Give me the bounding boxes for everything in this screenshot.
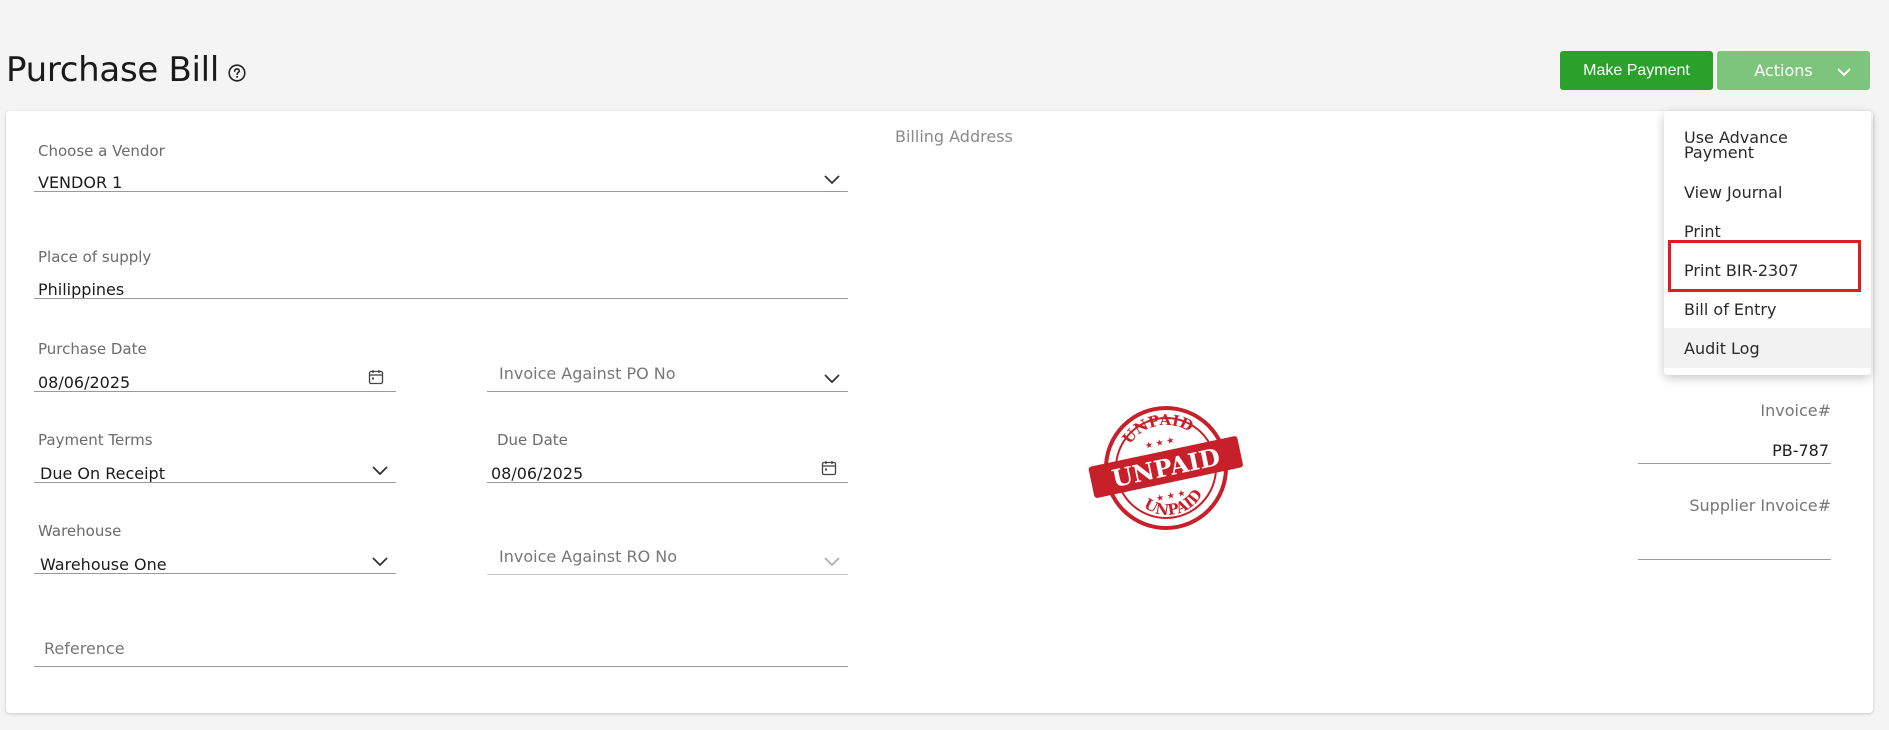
- chevron-down-icon: [824, 170, 840, 189]
- payment-terms-label: Payment Terms: [38, 431, 153, 449]
- menu-item-bill-of-entry[interactable]: Bill of Entry: [1664, 301, 1871, 318]
- menu-item-label: Print: [1684, 222, 1721, 241]
- bill-form-card: Choose a Vendor VENDOR 1 Billing Address…: [6, 111, 1873, 713]
- actions-button[interactable]: Actions: [1717, 51, 1870, 90]
- chevron-down-icon: [1836, 63, 1852, 82]
- highlight-box: [1668, 240, 1861, 292]
- vendor-value: VENDOR 1: [38, 173, 123, 192]
- invoice-against-ro-placeholder: Invoice Against RO No: [499, 547, 678, 566]
- warehouse-value: Warehouse One: [40, 555, 167, 574]
- chevron-down-icon: [824, 552, 840, 571]
- page-title-text: Purchase Bill: [6, 50, 219, 90]
- menu-item-use-advance-payment[interactable]: Use Advance Payment: [1664, 130, 1871, 168]
- place-of-supply-value: Philippines: [38, 280, 125, 299]
- purchase-date-label: Purchase Date: [38, 340, 147, 358]
- purchase-date-field[interactable]: Purchase Date 08/06/2025: [34, 340, 396, 392]
- menu-item-print[interactable]: Print: [1664, 223, 1871, 240]
- invoice-number-label: Invoice#: [1760, 401, 1831, 420]
- menu-item-label: View Journal: [1684, 183, 1783, 202]
- reference-input[interactable]: Reference: [34, 639, 848, 667]
- menu-item-label: Audit Log: [1684, 339, 1760, 358]
- page-title: Purchase Bill: [6, 50, 247, 90]
- invoice-number-value[interactable]: PB-787: [1772, 441, 1829, 460]
- due-date-field[interactable]: Due Date 08/06/2025: [487, 431, 848, 483]
- svg-text:★ ★ ★: ★ ★ ★: [1144, 436, 1175, 452]
- warehouse-select[interactable]: Warehouse Warehouse One: [34, 522, 396, 574]
- calendar-icon[interactable]: [368, 369, 384, 389]
- chevron-down-icon: [824, 369, 840, 388]
- payment-terms-select[interactable]: Payment Terms Due On Receipt: [34, 431, 396, 483]
- invoice-against-po-placeholder: Invoice Against PO No: [499, 364, 676, 383]
- calendar-icon[interactable]: [821, 460, 837, 480]
- make-payment-button[interactable]: Make Payment: [1560, 51, 1713, 90]
- due-date-value: 08/06/2025: [491, 464, 584, 483]
- invoice-against-po-select[interactable]: Invoice Against PO No: [487, 364, 848, 392]
- payment-terms-value: Due On Receipt: [40, 464, 165, 483]
- billing-address-label: Billing Address: [895, 127, 1013, 146]
- menu-item-label: Bill of Entry: [1684, 300, 1777, 319]
- vendor-label: Choose a Vendor: [38, 142, 165, 160]
- chevron-down-icon: [372, 461, 388, 480]
- unpaid-stamp: UNPAID UNPAID ★ ★ ★ UNPAID ★ ★ ★: [1088, 403, 1244, 533]
- due-date-label: Due Date: [497, 431, 568, 449]
- place-of-supply-field[interactable]: Place of supply Philippines: [34, 248, 848, 299]
- help-icon[interactable]: [227, 63, 247, 83]
- invoice-against-ro-select[interactable]: Invoice Against RO No: [487, 547, 848, 575]
- supplier-invoice-label: Supplier Invoice#: [1689, 496, 1831, 515]
- menu-item-view-journal[interactable]: View Journal: [1664, 184, 1871, 201]
- chevron-down-icon: [372, 552, 388, 571]
- reference-placeholder: Reference: [44, 639, 125, 658]
- warehouse-label: Warehouse: [38, 522, 122, 540]
- place-of-supply-label: Place of supply: [38, 248, 152, 266]
- purchase-date-value: 08/06/2025: [38, 373, 131, 392]
- stamp-center-text: UNPAID: [1109, 442, 1222, 493]
- menu-item-label: Use Advance Payment: [1684, 128, 1788, 162]
- menu-item-audit-log[interactable]: Audit Log: [1664, 328, 1871, 368]
- vendor-select[interactable]: Choose a Vendor VENDOR 1: [34, 142, 848, 192]
